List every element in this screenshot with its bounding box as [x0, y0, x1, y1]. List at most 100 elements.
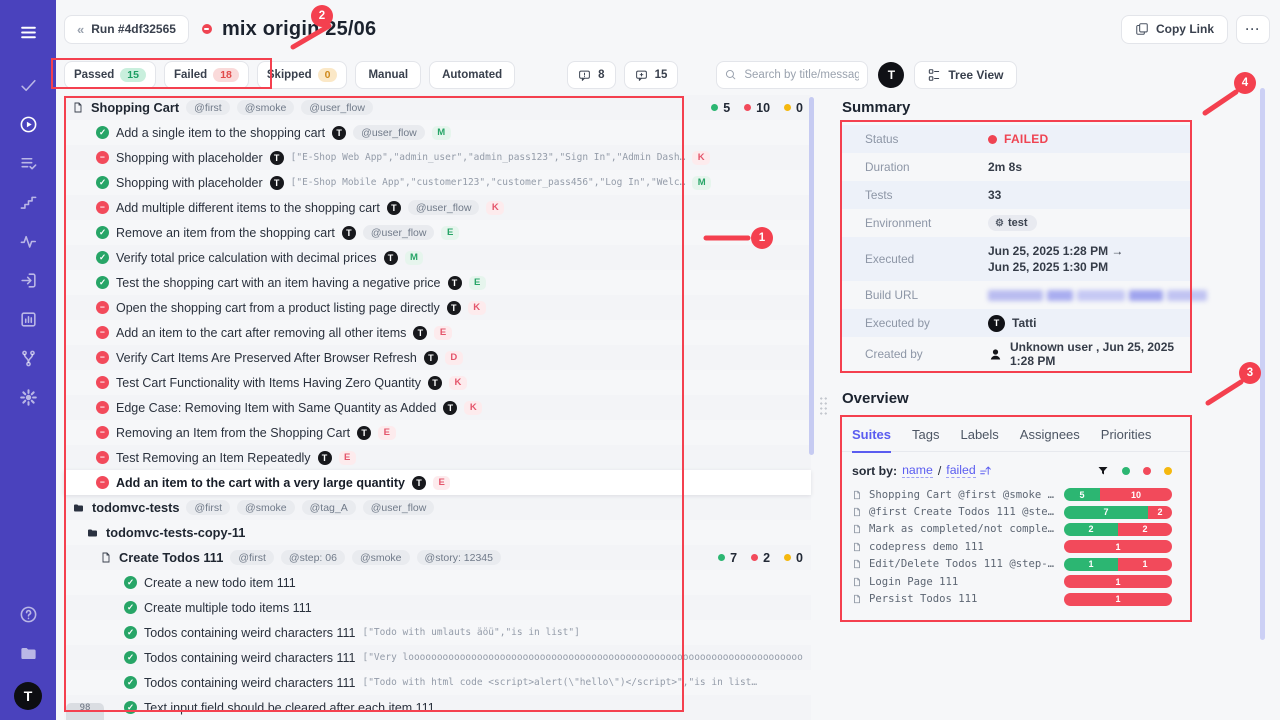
legend-dot-passed[interactable] [1122, 467, 1130, 475]
tab-labels[interactable]: Labels [960, 427, 998, 451]
sidebar-item-import[interactable] [11, 263, 45, 297]
filter-skipped-button[interactable]: Skipped0 [257, 61, 348, 89]
sidebar-item-projects[interactable] [11, 637, 45, 671]
test-row[interactable]: ✓Test the shopping cart with an item hav… [64, 270, 811, 295]
page-scrollbar-thumb[interactable] [1260, 88, 1265, 640]
overview-suite-row[interactable]: Edit/Delete Todos 111 @step-…11 [840, 556, 1192, 573]
overview-suite-row[interactable]: Shopping Cart @first @smoke …510 [840, 486, 1192, 503]
test-row[interactable]: ✓Create a new todo item 111 [64, 570, 811, 595]
assignee-badge: E [441, 226, 458, 240]
tag-pill[interactable]: @first [186, 500, 230, 515]
test-row[interactable]: −Removing an Item from the Shopping Cart… [64, 420, 811, 445]
filter-failed-button[interactable]: Failed18 [164, 61, 249, 89]
tag-pill[interactable]: @story: 12345 [417, 550, 501, 565]
tree-view-button[interactable]: Tree View [914, 61, 1016, 89]
sidebar-item-analytics[interactable] [11, 302, 45, 336]
legend-dot-failed[interactable] [1143, 467, 1151, 475]
test-row[interactable]: −Shopping with placeholderT["E-Shop Web … [64, 145, 811, 170]
environment-pill[interactable]: ⚙test [988, 215, 1037, 231]
tag-pill[interactable]: @user_flow [301, 100, 373, 115]
comment-add-button[interactable]: 15 [624, 61, 679, 89]
testomat-icon: T [332, 126, 346, 140]
overview-suite-row[interactable]: codepress demo 1111 [840, 538, 1192, 555]
overview-suite-row[interactable]: Login Page 1111 [840, 573, 1192, 590]
suite-file-icon [100, 551, 112, 564]
summary-row: StatusFAILED [840, 125, 1192, 153]
search-input[interactable] [716, 61, 868, 89]
test-row[interactable]: −Edge Case: Removing Item with Same Quan… [64, 395, 811, 420]
tag-pill[interactable]: @tag_A [302, 500, 356, 515]
sidebar-item-branches[interactable] [11, 341, 45, 375]
test-row[interactable]: ✓Create multiple todo items 111 [64, 595, 811, 620]
test-row[interactable]: −Add multiple different items to the sho… [64, 195, 811, 220]
tag-pill[interactable]: @step: 06 [281, 550, 345, 565]
folder-row[interactable]: todomvc-tests@first@smoke@tag_A@user_flo… [64, 495, 811, 520]
tab-suites[interactable]: Suites [852, 427, 891, 451]
legend-dot-skipped[interactable] [1164, 467, 1172, 475]
tag-pill[interactable]: @first [186, 100, 230, 115]
comment-alert-button[interactable]: 8 [567, 61, 615, 89]
runs-icon [19, 115, 38, 134]
test-row[interactable]: −Open the shopping cart from a product l… [64, 295, 811, 320]
filter-manual-button[interactable]: Manual [355, 61, 421, 89]
testomat-icon: T [424, 351, 438, 365]
test-row[interactable]: ✓Todos containing weird characters 111["… [64, 645, 811, 670]
list-scrollbar-thumb[interactable] [809, 97, 814, 455]
test-row[interactable]: ✓Add a single item to the shopping cartT… [64, 120, 811, 145]
filter-funnel-icon[interactable] [1097, 465, 1109, 477]
failed-icon: − [96, 401, 109, 414]
overview-suite-row[interactable]: @first Create Todos 111 @ste…72 [840, 503, 1192, 520]
sidebar-item-menu[interactable] [11, 16, 45, 50]
suite-row[interactable]: Create Todos 111@first@step: 06@smoke@st… [64, 545, 811, 570]
sidebar-item-pulse[interactable] [11, 224, 45, 258]
test-row[interactable]: ✓Remove an item from the shopping cartT@… [64, 220, 811, 245]
tag-pill[interactable]: @smoke [352, 550, 410, 565]
test-row[interactable]: ✓Todos containing weird characters 111["… [64, 620, 811, 645]
test-row[interactable]: −Verify Cart Items Are Preserved After B… [64, 345, 811, 370]
test-row[interactable]: −Add an item to the cart with a very lar… [64, 470, 811, 495]
folder-row[interactable]: todomvc-tests-copy-11 [64, 520, 811, 545]
tag-pill[interactable]: @user_flow [353, 125, 425, 140]
app-logo[interactable]: T [14, 682, 42, 710]
filter-passed-button[interactable]: Passed15 [64, 61, 156, 89]
sort-by-name-link[interactable]: name [902, 463, 933, 478]
test-row[interactable]: −Test Cart Functionality with Items Havi… [64, 370, 811, 395]
summary-value: FAILED [988, 132, 1048, 146]
tag-pill[interactable]: @user_flow [363, 500, 435, 515]
sidebar-item-help[interactable] [11, 598, 45, 632]
tag-pill[interactable]: @smoke [237, 100, 295, 115]
tab-assignees[interactable]: Assignees [1020, 427, 1080, 451]
test-example-data: ["E-Shop Mobile App","customer123","cust… [291, 177, 686, 188]
sidebar-item-settings[interactable] [11, 380, 45, 414]
sort-direction-icon[interactable] [979, 464, 992, 477]
tag-pill[interactable]: @smoke [237, 500, 295, 515]
suite-row[interactable]: Shopping Cart@first@smoke@user_flow5100 [64, 95, 811, 120]
tag-pill[interactable]: @user_flow [363, 225, 435, 240]
test-row[interactable]: ✓Todos containing weird characters 111["… [64, 670, 811, 695]
overview-suite-row[interactable]: Mark as completed/not comple…22 [840, 521, 1192, 538]
steps-icon [19, 193, 38, 212]
panel-drag-handle[interactable] [819, 396, 828, 416]
tab-tags[interactable]: Tags [912, 427, 939, 451]
test-row[interactable]: ✓Shopping with placeholderT["E-Shop Mobi… [64, 170, 811, 195]
sidebar-item-steps[interactable] [11, 185, 45, 219]
overview-suite-name: Shopping Cart @first @smoke … [869, 489, 1057, 501]
filter-automated-button[interactable]: Automated [429, 61, 515, 89]
overview-suite-row[interactable]: Persist Todos 1111 [840, 590, 1192, 607]
test-row[interactable]: ✓Verify total price calculation with dec… [64, 245, 811, 270]
tab-priorities[interactable]: Priorities [1101, 427, 1152, 451]
tag-pill[interactable]: @user_flow [408, 200, 480, 215]
sort-by-failed-link[interactable]: failed [946, 463, 975, 478]
sidebar-item-tests[interactable] [11, 68, 45, 102]
copy-link-button[interactable]: Copy Link [1121, 15, 1228, 44]
corner-widget[interactable]: 98 [66, 703, 104, 720]
sidebar-item-runs[interactable] [11, 107, 45, 141]
back-run-button[interactable]: « Run #4df32565 [64, 15, 189, 44]
tag-pill[interactable]: @first [230, 550, 274, 565]
test-row[interactable]: −Add an item to the cart after removing … [64, 320, 811, 345]
more-actions-button[interactable]: ··· [1236, 15, 1270, 44]
test-row[interactable]: −Test Removing an Item RepeatedlyTE [64, 445, 811, 470]
user-avatar[interactable]: T [878, 62, 904, 88]
sidebar-item-test-plans[interactable] [11, 146, 45, 180]
test-row[interactable]: ✓Text input field should be cleared afte… [64, 695, 811, 720]
